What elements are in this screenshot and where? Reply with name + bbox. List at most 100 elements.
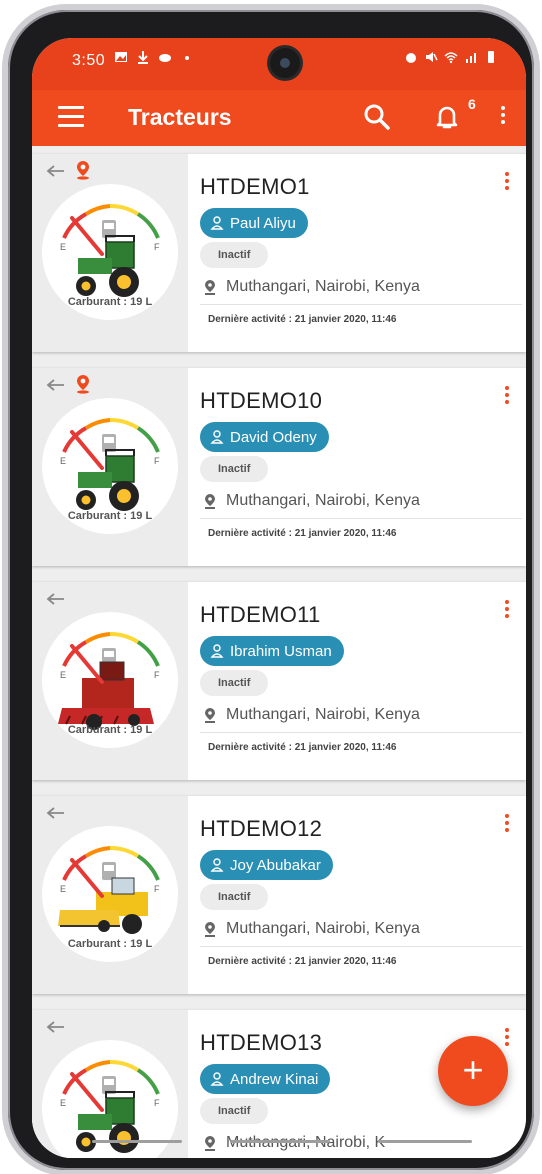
gauge-needle [70,858,104,898]
divider [200,518,522,519]
location-pin-icon[interactable] [74,160,92,180]
map-marker-icon [205,494,215,509]
gauge-needle [70,1072,104,1112]
card-overflow-menu-icon[interactable] [502,600,512,624]
vehicle-thumbnail: E F Carburant : 19 L [32,582,188,780]
status-badge: Inactif [200,242,269,268]
location-text: Muthangari, Nairobi, Kenya [226,706,420,723]
back-arrow-icon[interactable] [46,164,66,178]
driver-chip[interactable]: Joy Abubakar [200,850,333,880]
last-activity: Dernière activité : 21 janvier 2020, 11:… [208,956,397,967]
location-pin-icon[interactable] [74,374,92,394]
vehicle-location: Muthangari, Nairobi, Kenya [204,492,420,510]
vehicle-card[interactable]: E F Carburant : 19 L HTDEMO11 Ibrahim Usman I… [32,582,526,780]
wifi-icon [444,52,458,64]
gauge-needle [70,644,104,684]
cloud-icon [159,54,171,62]
driver-chip[interactable]: Paul Aliyu [200,208,308,238]
driver-chip[interactable]: Andrew Kinai [200,1064,331,1094]
driver-name: Joy Abubakar [230,856,321,874]
svg-text:E: E [60,670,66,680]
menu-button[interactable] [58,106,84,128]
image-icon [115,52,127,62]
overflow-menu-icon[interactable] [498,106,508,130]
card-overflow-menu-icon[interactable] [502,172,512,196]
map-marker-icon [205,280,215,295]
driver-name: David Odeny [230,428,317,446]
red-harvester-image [58,661,154,730]
driver-name: Andrew Kinai [230,1070,319,1088]
divider [200,946,522,947]
app-screen: 3:50 Tracteurs 6 E F Carburant: 19 L HT… [32,38,526,1158]
svg-text:E: E [60,1098,66,1108]
divider [200,732,522,733]
vehicle-location: Muthangari, Nairobi, K [204,1134,385,1152]
vehicle-name: HTDEMO10 [200,388,323,413]
front-camera [270,48,300,78]
gauge-needle [70,430,104,470]
vehicle-name: HTDEMO12 [200,816,323,841]
user-icon [210,858,224,872]
add-vehicle-button[interactable]: + [438,1036,508,1106]
card-overflow-menu-icon[interactable] [502,814,512,838]
plus-icon: + [462,1049,484,1090]
svg-text:E: E [60,884,66,894]
fuel-gauge-circle: E F Carburant : 19 L [42,184,178,320]
svg-text:F: F [154,884,160,894]
status-badge: Inactif [200,670,269,696]
yellow-harvester-image [58,877,148,934]
driver-chip[interactable]: David Odeny [200,422,329,452]
signal-icon [466,53,476,63]
map-marker-icon [205,708,215,723]
user-icon [210,216,224,230]
vehicle-card[interactable]: E F Carburant : 19 L HTDEMO10 David Odeny Ina… [32,368,526,566]
svg-text:E: E [60,456,66,466]
last-activity: Dernière activité : 21 janvier 2020, 11:… [208,742,397,753]
location-text: Muthangari, Nairobi, Kenya [226,278,420,295]
battery-icon [488,51,494,63]
vehicle-thumbnail: EF [32,1010,188,1158]
back-arrow-icon[interactable] [46,1020,66,1034]
status-badge: Inactif [200,1098,269,1124]
gauge-needle [70,216,104,256]
status-badge: Inactif [200,884,269,910]
vehicle-card[interactable]: E F Carburant : 19 L HTDEMO12 Joy Abubakar In… [32,796,526,994]
status-left-icons [114,50,194,64]
menu-icon-line [58,115,84,118]
status-badge: Inactif [200,456,269,482]
fuel-gauge-circle: E F Carburant : 19 L [42,612,178,748]
fuel-level: Carburant : 19 L [67,938,153,950]
vehicle-name: HTDEMO11 [200,602,321,627]
bell-icon[interactable] [432,102,462,132]
svg-text:F: F [154,456,160,466]
vehicle-card[interactable]: E F Carburant : 19 L HTDEMO1 Paul Aliyu Inact… [32,154,526,352]
status-right-icons [404,50,498,64]
menu-icon-line [58,106,84,109]
user-icon [210,644,224,658]
back-arrow-icon[interactable] [46,806,66,820]
search-icon[interactable] [362,102,392,132]
tractor-image [76,1091,139,1153]
vehicle-location: Muthangari, Nairobi, Kenya [204,278,420,296]
download-icon [138,51,148,64]
card-overflow-menu-icon[interactable] [502,1028,512,1052]
mute-icon [426,52,438,62]
tractor-image [76,235,139,297]
svg-text:E: E [60,242,66,252]
map-marker-icon [205,922,215,937]
status-bar: 3:50 [32,38,526,90]
page-title: Tracteurs [128,104,232,130]
fuel-pump-icon [102,862,116,880]
location-text: Muthangari, Nairobi, Kenya [226,920,420,937]
back-arrow-icon[interactable] [46,378,66,392]
driver-chip[interactable]: Ibrahim Usman [200,636,344,666]
vehicle-name: HTDEMO1 [200,174,310,199]
fuel-gauge-circle: E F Carburant : 19 L [42,826,178,962]
user-icon [210,430,224,444]
app-bar: Tracteurs 6 [32,90,526,146]
vehicle-thumbnail: E F Carburant : 19 L [32,796,188,994]
card-overflow-menu-icon[interactable] [502,386,512,410]
back-arrow-icon[interactable] [46,592,66,606]
driver-name: Ibrahim Usman [230,642,332,660]
fuel-level: Carburant : 19 L [67,510,153,522]
